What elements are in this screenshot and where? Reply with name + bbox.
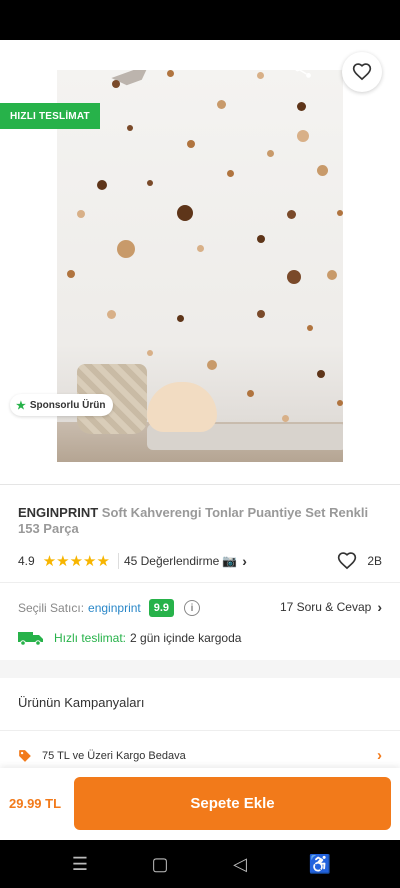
recent-apps-icon[interactable]: ☰ [65,854,95,875]
sponsored-badge: ★ Sponsorlu Ürün [10,394,114,416]
bottom-action-bar: 29.99 TL Sepete Ekle [0,768,400,840]
status-bar [0,0,400,40]
share-icon[interactable] [286,52,320,86]
chevron-right-icon: › [377,747,382,764]
polka-dot [267,150,274,157]
back-icon[interactable]: ◁ [225,854,255,875]
shipping-text: 2 gün içinde kargoda [130,631,242,645]
polka-dot [167,70,174,77]
heart-outline-icon [338,552,357,570]
product-title: ENGINPRINT Soft Kahverengi Tonlar Puanti… [18,505,382,537]
chevron-right-icon: › [377,599,382,615]
chevron-right-icon: › [242,553,247,569]
polka-dot [317,165,328,176]
accessibility-icon[interactable]: ♿ [305,854,335,875]
polka-dot [257,72,264,79]
polka-dot [107,310,116,319]
section-separator [0,660,400,678]
favorite-heart-icon[interactable] [342,52,382,92]
star-icon: ★ [16,399,26,412]
shipping-row: Hızlı teslimat: 2 gün içinde kargoda [18,628,382,648]
info-icon[interactable]: i [184,600,201,616]
system-navigation-bar: ☰ ▢ ◁ ♿ [0,840,400,888]
camera-icon: 📷 [222,554,238,568]
polka-dot [177,205,193,221]
polka-dot [337,400,343,406]
polka-dot [177,315,184,322]
polka-dot [187,140,195,148]
polka-dot [257,310,265,318]
divider [0,730,400,731]
back-arrow-icon[interactable] [14,52,48,86]
lamp-shade [111,70,163,116]
divider [117,553,119,569]
polka-dot [227,170,234,177]
rating-value: 4.9 [18,554,35,568]
polka-dot [287,210,296,219]
polka-dot [217,100,226,109]
add-to-cart-button[interactable]: Sepete Ekle [74,777,391,830]
fast-delivery-badge: HIZLI TESLİMAT [0,103,100,129]
polka-dot [117,240,135,258]
polka-dot [207,360,217,370]
polka-dot [147,350,153,356]
polka-dot [67,270,75,278]
polka-dot [282,415,289,422]
seller-row: Seçili Satıcı: enginprint 9.9 i 17 Soru … [18,597,382,619]
qa-link[interactable]: 17 Soru & Cevap › [280,599,382,615]
sponsored-label: Sponsorlu Ürün [29,399,106,411]
campaigns-title: Ürünün Kampanyaları [18,695,145,710]
polka-dot [257,235,265,243]
rating-row: 4.9 ★★★★★ 45 Değerlendirme 📷 › 2B [18,551,382,571]
polka-dot [307,325,313,331]
shipping-label: Hızlı teslimat: [54,631,127,645]
polka-dot [317,370,325,378]
polka-dot [77,210,85,218]
tag-icon [19,750,31,762]
qa-label: 17 Soru & Cevap [279,600,372,614]
home-icon[interactable]: ▢ [145,854,175,875]
seller-score-badge: 9.9 [148,599,175,617]
campaign-item[interactable]: 75 TL ve Üzeri Kargo Bedava › [18,746,382,766]
polka-dot [337,210,343,216]
reviews-label: 45 Değerlendirme [123,554,220,568]
polka-dot [127,125,133,131]
polka-dot [112,80,120,88]
favorites-count[interactable]: 2B [337,551,382,571]
polka-dot [327,270,337,280]
divider [0,582,400,583]
polka-dot [297,102,306,111]
product-image-gallery[interactable]: HIZLI TESLİMAT ★ Sponsorlu Ürün [0,40,400,480]
seller-label: Seçili Satıcı: [18,601,85,615]
polka-dot [287,270,301,284]
seller-name-link[interactable]: enginprint [88,601,141,615]
price: 29.99 TL [9,796,62,811]
polka-dot [297,130,309,142]
polka-dot [147,180,153,186]
polka-dot [97,180,107,190]
polka-dot [197,245,204,252]
star-rating: ★★★★★ [42,553,110,570]
divider [0,484,400,485]
campaign-label: 75 TL ve Üzeri Kargo Bedava [42,750,186,762]
polka-dot [247,390,254,397]
delivery-truck-icon [18,632,43,646]
plush-toy [147,382,217,432]
favorites-count-value: 2B [367,554,382,568]
reviews-link[interactable]: 45 Değerlendirme 📷 › [124,553,247,569]
brand-name[interactable]: ENGINPRINT [18,505,98,520]
